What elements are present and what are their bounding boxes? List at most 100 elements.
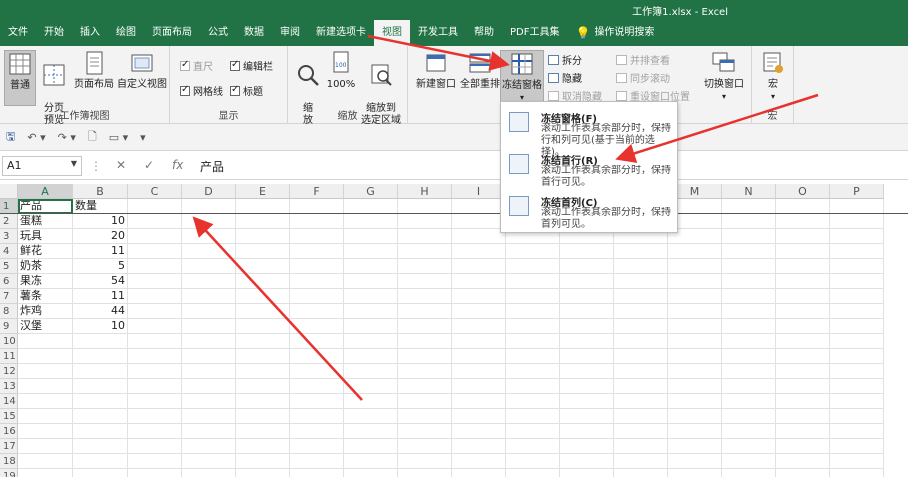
formula-input[interactable]: 产品: [200, 158, 224, 175]
cell-H6[interactable]: [398, 274, 452, 289]
cell-M11[interactable]: [668, 349, 722, 364]
cell-F7[interactable]: [290, 289, 344, 304]
cell-N5[interactable]: [722, 259, 776, 274]
cell-A18[interactable]: [18, 454, 73, 469]
cell-E6[interactable]: [236, 274, 290, 289]
save-icon[interactable]: 🖫: [6, 128, 15, 147]
cell-L10[interactable]: [614, 334, 668, 349]
cell-F10[interactable]: [290, 334, 344, 349]
row-header[interactable]: 8: [0, 304, 18, 319]
cell-M10[interactable]: [668, 334, 722, 349]
cell-O18[interactable]: [776, 454, 830, 469]
cell-P4[interactable]: [830, 244, 884, 259]
cell-G12[interactable]: [344, 364, 398, 379]
tab-data[interactable]: 数据: [236, 20, 272, 46]
row-header[interactable]: 11: [0, 349, 18, 364]
cell-G14[interactable]: [344, 394, 398, 409]
cell-P10[interactable]: [830, 334, 884, 349]
cell-P18[interactable]: [830, 454, 884, 469]
cell-K5[interactable]: [560, 259, 614, 274]
cell-E17[interactable]: [236, 439, 290, 454]
row-header[interactable]: 9: [0, 319, 18, 334]
cell-K7[interactable]: [560, 289, 614, 304]
cell-D8[interactable]: [182, 304, 236, 319]
cell-E18[interactable]: [236, 454, 290, 469]
cell-E5[interactable]: [236, 259, 290, 274]
cell-B16[interactable]: [73, 424, 128, 439]
cell-N6[interactable]: [722, 274, 776, 289]
cell-A5[interactable]: 奶茶: [18, 259, 73, 274]
tell-me-search[interactable]: 💡 操作说明搜索: [567, 20, 662, 46]
cell-I9[interactable]: [452, 319, 506, 334]
cell-J19[interactable]: [506, 469, 560, 477]
cell-B1[interactable]: 数量: [73, 199, 128, 214]
worksheet-grid[interactable]: ABCDEFGHIJKLMNOP1产品数量2蛋糕103玩具204鲜花115奶茶5…: [0, 184, 908, 477]
cell-M7[interactable]: [668, 289, 722, 304]
cell-F6[interactable]: [290, 274, 344, 289]
cell-M8[interactable]: [668, 304, 722, 319]
column-header-P[interactable]: P: [830, 184, 884, 199]
cell-K11[interactable]: [560, 349, 614, 364]
cell-I8[interactable]: [452, 304, 506, 319]
row-header[interactable]: 1: [0, 199, 18, 214]
menu-freeze-first-column[interactable]: 冻结首列(C) 滚动工作表其余部分时，保持首列可见。: [501, 190, 677, 232]
headings-checkbox[interactable]: 标题: [230, 83, 263, 98]
cell-O8[interactable]: [776, 304, 830, 319]
cell-D12[interactable]: [182, 364, 236, 379]
cell-F5[interactable]: [290, 259, 344, 274]
cell-M5[interactable]: [668, 259, 722, 274]
cell-F18[interactable]: [290, 454, 344, 469]
cell-L11[interactable]: [614, 349, 668, 364]
cell-H10[interactable]: [398, 334, 452, 349]
cell-B19[interactable]: [73, 469, 128, 477]
column-header-N[interactable]: N: [722, 184, 776, 199]
row-header[interactable]: 16: [0, 424, 18, 439]
row-header[interactable]: 7: [0, 289, 18, 304]
cell-C15[interactable]: [128, 409, 182, 424]
cell-B13[interactable]: [73, 379, 128, 394]
cell-P15[interactable]: [830, 409, 884, 424]
cell-I15[interactable]: [452, 409, 506, 424]
cell-M14[interactable]: [668, 394, 722, 409]
macros-button[interactable]: 宏 ▾: [758, 50, 788, 103]
column-header-G[interactable]: G: [344, 184, 398, 199]
cell-C9[interactable]: [128, 319, 182, 334]
gridlines-checkbox[interactable]: 网格线: [180, 83, 223, 98]
cell-H18[interactable]: [398, 454, 452, 469]
cell-I5[interactable]: [452, 259, 506, 274]
cell-O5[interactable]: [776, 259, 830, 274]
cell-C3[interactable]: [128, 229, 182, 244]
row-header[interactable]: 2: [0, 214, 18, 229]
cell-H12[interactable]: [398, 364, 452, 379]
cell-C12[interactable]: [128, 364, 182, 379]
cell-H16[interactable]: [398, 424, 452, 439]
cell-P9[interactable]: [830, 319, 884, 334]
cell-O7[interactable]: [776, 289, 830, 304]
cell-B2[interactable]: 10: [73, 214, 128, 229]
cell-F8[interactable]: [290, 304, 344, 319]
zoom-100-button[interactable]: 100 100%: [326, 50, 356, 91]
cell-O13[interactable]: [776, 379, 830, 394]
cell-B9[interactable]: 10: [73, 319, 128, 334]
new-window-button[interactable]: 新建窗口: [414, 50, 458, 91]
tab-help[interactable]: 帮助: [466, 20, 502, 46]
normal-view-button[interactable]: 普通: [4, 50, 36, 106]
cell-N19[interactable]: [722, 469, 776, 477]
row-header[interactable]: 6: [0, 274, 18, 289]
cell-F11[interactable]: [290, 349, 344, 364]
cell-E4[interactable]: [236, 244, 290, 259]
cell-C4[interactable]: [128, 244, 182, 259]
cell-J15[interactable]: [506, 409, 560, 424]
column-header-E[interactable]: E: [236, 184, 290, 199]
cell-A9[interactable]: 汉堡: [18, 319, 73, 334]
row-header[interactable]: 3: [0, 229, 18, 244]
cell-G17[interactable]: [344, 439, 398, 454]
cell-K10[interactable]: [560, 334, 614, 349]
cell-H14[interactable]: [398, 394, 452, 409]
cell-E1[interactable]: [236, 199, 290, 214]
cell-F17[interactable]: [290, 439, 344, 454]
touch-mode-icon[interactable]: ▭ ▾: [109, 131, 128, 144]
cell-A4[interactable]: 鲜花: [18, 244, 73, 259]
cell-E3[interactable]: [236, 229, 290, 244]
cell-O15[interactable]: [776, 409, 830, 424]
